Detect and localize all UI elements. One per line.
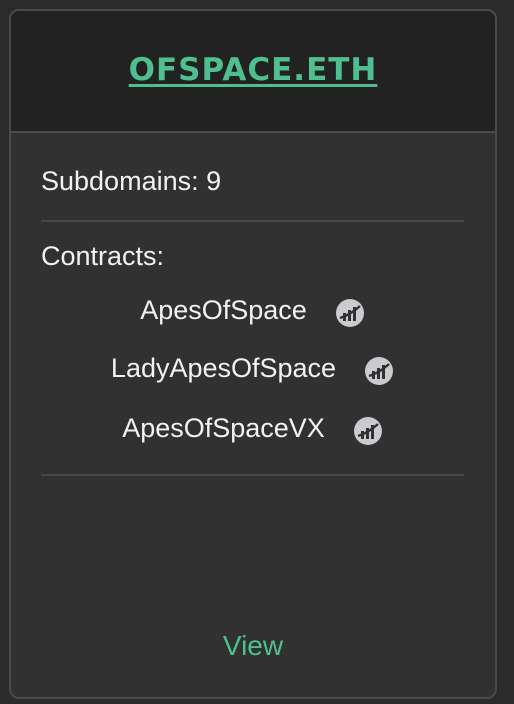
contract-name: LadyApesOfSpace — [110, 352, 337, 383]
contracts-heading: Contracts: — [41, 241, 165, 271]
view-link[interactable]: View — [11, 630, 495, 662]
contract-name: ApesOfSpace — [140, 294, 307, 325]
card-header: OFSPACE.ETH — [11, 11, 495, 133]
domain-title-link[interactable]: OFSPACE.ETH — [129, 52, 378, 88]
contract-item: ApesOfSpaceVX — [41, 398, 464, 458]
contract-item: ApesOfSpace — [41, 282, 464, 338]
contract-item: LadyApesOfSpace — [41, 338, 464, 398]
contract-name: ApesOfSpaceVX — [122, 412, 325, 443]
card-body: Subdomains: 9 Contracts: ApesOfSpace Lad… — [11, 133, 495, 476]
domain-card: OFSPACE.ETH Subdomains: 9 Contracts: Ape… — [9, 9, 497, 699]
chart-icon[interactable] — [335, 298, 365, 328]
chart-icon[interactable] — [364, 356, 394, 386]
contract-list: ApesOfSpace LadyApesOfSpace ApesOfSpaceV… — [41, 282, 464, 476]
chart-icon[interactable] — [353, 416, 383, 446]
subdomains-count: Subdomains: 9 — [41, 133, 464, 222]
